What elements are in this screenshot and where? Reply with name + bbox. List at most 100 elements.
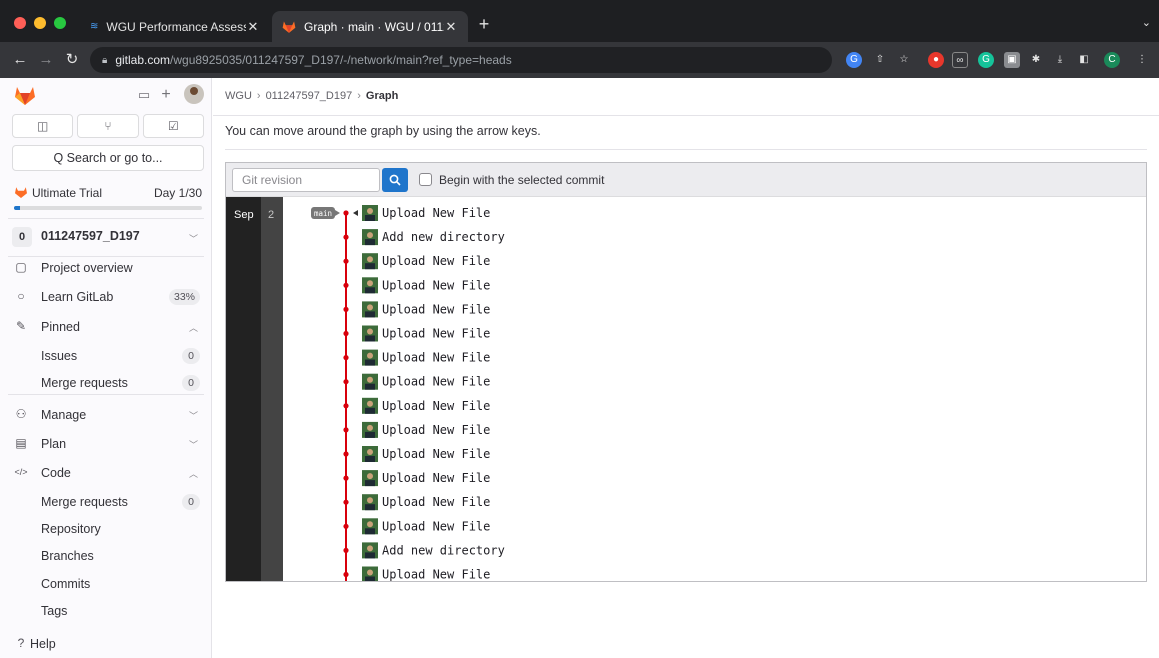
commit-row[interactable]: Upload New File	[343, 325, 490, 342]
commit-row[interactable]: Upload New File	[343, 566, 490, 582]
browser-menu-icon[interactable]: ⋮	[1134, 52, 1150, 68]
commit-dot[interactable]	[343, 355, 349, 361]
commit-message[interactable]: Upload New File	[382, 375, 490, 389]
back-arrow-icon[interactable]: ←	[10, 50, 30, 70]
close-tab-icon[interactable]: ✕	[444, 19, 458, 35]
begin-with-commit-checkbox[interactable]	[419, 173, 432, 186]
commit-dot[interactable]	[343, 379, 349, 385]
commit-message[interactable]: Upload New File	[382, 568, 490, 582]
sidebar-item-code[interactable]: </> Code ︿	[8, 461, 204, 485]
bookmark-star-icon[interactable]: ☆	[896, 52, 912, 68]
todo-shortcut-button[interactable]: ☑	[142, 114, 204, 138]
commit-dot[interactable]	[343, 282, 349, 288]
commit-message[interactable]: Upload New File	[382, 423, 490, 437]
help-button[interactable]: ? Help	[8, 632, 204, 656]
commit-dot[interactable]	[343, 451, 349, 457]
commit-row[interactable]: Upload New File	[343, 397, 490, 414]
commit-dot[interactable]	[343, 499, 349, 505]
commit-message[interactable]: Upload New File	[382, 495, 490, 509]
maximize-window-button[interactable]	[54, 17, 66, 29]
close-window-button[interactable]	[14, 17, 26, 29]
commit-row[interactable]: Upload New File	[343, 373, 490, 390]
commit-message[interactable]: Upload New File	[382, 206, 490, 220]
search-button[interactable]: Q Search or go to...	[12, 145, 204, 171]
sidebar-item-issues[interactable]: Issues 0	[8, 344, 204, 368]
share-icon[interactable]: ⇧	[872, 52, 888, 68]
commit-dot[interactable]	[343, 403, 349, 409]
commit-dot[interactable]	[343, 427, 349, 433]
gitlab-logo-icon[interactable]	[14, 85, 36, 105]
commit-message[interactable]: Upload New File	[382, 254, 490, 268]
commit-row[interactable]: Upload New File	[343, 349, 490, 366]
download-icon[interactable]: ⤓	[1052, 52, 1068, 68]
graph-canvas[interactable]: Sep 2 main Upload New File Add new directo…	[226, 197, 1146, 581]
extension-glasses-icon[interactable]: ∞	[952, 52, 968, 68]
reload-icon[interactable]: ↻	[62, 50, 82, 70]
commit-row[interactable]: Upload New File	[343, 494, 490, 511]
commit-dot[interactable]	[343, 306, 349, 312]
browser-tab-wgu[interactable]: ≋ WGU Performance Assessment ✕	[80, 11, 270, 42]
commit-message[interactable]: Upload New File	[382, 278, 490, 292]
new-tab-button[interactable]: +	[474, 14, 494, 34]
commit-row[interactable]: Upload New File	[343, 446, 490, 462]
commit-dot[interactable]	[343, 210, 349, 216]
commit-row[interactable]: Add new directory	[343, 229, 505, 246]
commit-message[interactable]: Upload New File	[382, 327, 490, 341]
browser-tab-graph[interactable]: Graph · main · WGU / 011247597 ✕	[272, 11, 468, 42]
sidebar-item-merge-requests-pinned[interactable]: Merge requests 0	[8, 371, 204, 395]
commit-row[interactable]: Upload New File	[343, 253, 490, 270]
git-revision-input[interactable]	[232, 168, 380, 192]
commit-row[interactable]: Upload New File	[343, 518, 490, 535]
sidebar-item-learn-gitlab[interactable]: ○ Learn GitLab 33%	[8, 285, 204, 309]
commit-message[interactable]: Upload New File	[382, 447, 490, 461]
commit-message[interactable]: Upload New File	[382, 399, 490, 413]
commit-row[interactable]: Upload New File	[343, 205, 490, 221]
close-tab-icon[interactable]: ✕	[246, 19, 260, 35]
commit-row[interactable]: Upload New File	[343, 301, 490, 318]
profile-avatar[interactable]: C	[1104, 52, 1120, 68]
sidebar-item-merge-requests[interactable]: Merge requests 0	[8, 490, 204, 514]
commit-dot[interactable]	[343, 571, 349, 578]
extension-red-icon[interactable]: ●	[928, 52, 944, 68]
issues-shortcut-button[interactable]: ◫	[12, 114, 74, 138]
forward-arrow-icon[interactable]: →	[36, 50, 56, 70]
commit-row[interactable]: Upload New File	[343, 470, 490, 487]
project-switcher[interactable]: 0 011247597_D197 ﹀	[12, 224, 204, 250]
create-new-icon[interactable]: +	[158, 87, 174, 103]
commit-message[interactable]: Upload New File	[382, 471, 490, 485]
branch-label-main[interactable]: main	[311, 207, 340, 219]
minimize-window-button[interactable]	[34, 17, 46, 29]
commit-dot[interactable]	[343, 475, 349, 481]
commit-dot[interactable]	[343, 523, 349, 529]
begin-with-commit-label[interactable]: Begin with the selected commit	[439, 173, 604, 187]
sidebar-item-pinned[interactable]: ✎ Pinned ︿	[8, 315, 204, 339]
sidebar-item-commits[interactable]: Commits	[8, 572, 204, 596]
commit-row[interactable]: Upload New File	[343, 277, 490, 294]
commit-message[interactable]: Upload New File	[382, 351, 490, 365]
side-panel-icon[interactable]: ◧	[1076, 52, 1092, 68]
google-icon[interactable]: G	[846, 52, 862, 68]
user-avatar[interactable]	[184, 84, 204, 104]
breadcrumb-project[interactable]: 011247597_D197	[266, 90, 353, 102]
sidebar-item-repository[interactable]: Repository	[8, 517, 204, 541]
merge-requests-shortcut-button[interactable]: ⑂	[77, 114, 139, 138]
sidebar-item-branches[interactable]: Branches	[8, 544, 204, 568]
commit-message[interactable]: Add new directory	[382, 543, 505, 557]
sidebar-item-plan[interactable]: ▤ Plan ﹀	[8, 432, 204, 456]
sidebar-item-tags[interactable]: Tags	[8, 599, 204, 623]
extensions-puzzle-icon[interactable]: ✱	[1028, 52, 1044, 68]
commit-message[interactable]: Add new directory	[382, 230, 505, 244]
ultimate-trial-widget[interactable]: Ultimate Trial Day 1/30	[12, 182, 204, 212]
sidebar-item-manage[interactable]: ⚇ Manage ﹀	[8, 403, 204, 427]
commit-dot[interactable]	[343, 258, 349, 264]
grammarly-icon[interactable]: G	[978, 52, 994, 68]
sidebar-item-project-overview[interactable]: ▢ Project overview	[8, 256, 204, 280]
extension-gray-icon[interactable]: ▣	[1004, 52, 1020, 68]
address-bar[interactable]: 🔒︎ gitlab.com/wgu8925035/011247597_D197/…	[90, 47, 832, 73]
commit-row[interactable]: Upload New File	[343, 421, 490, 438]
commit-message[interactable]: Upload New File	[382, 302, 490, 316]
breadcrumb-current[interactable]: Graph	[366, 90, 398, 102]
commit-dot[interactable]	[343, 234, 349, 240]
commit-message[interactable]: Upload New File	[382, 519, 490, 533]
commit-row[interactable]: Add new directory	[343, 542, 505, 559]
